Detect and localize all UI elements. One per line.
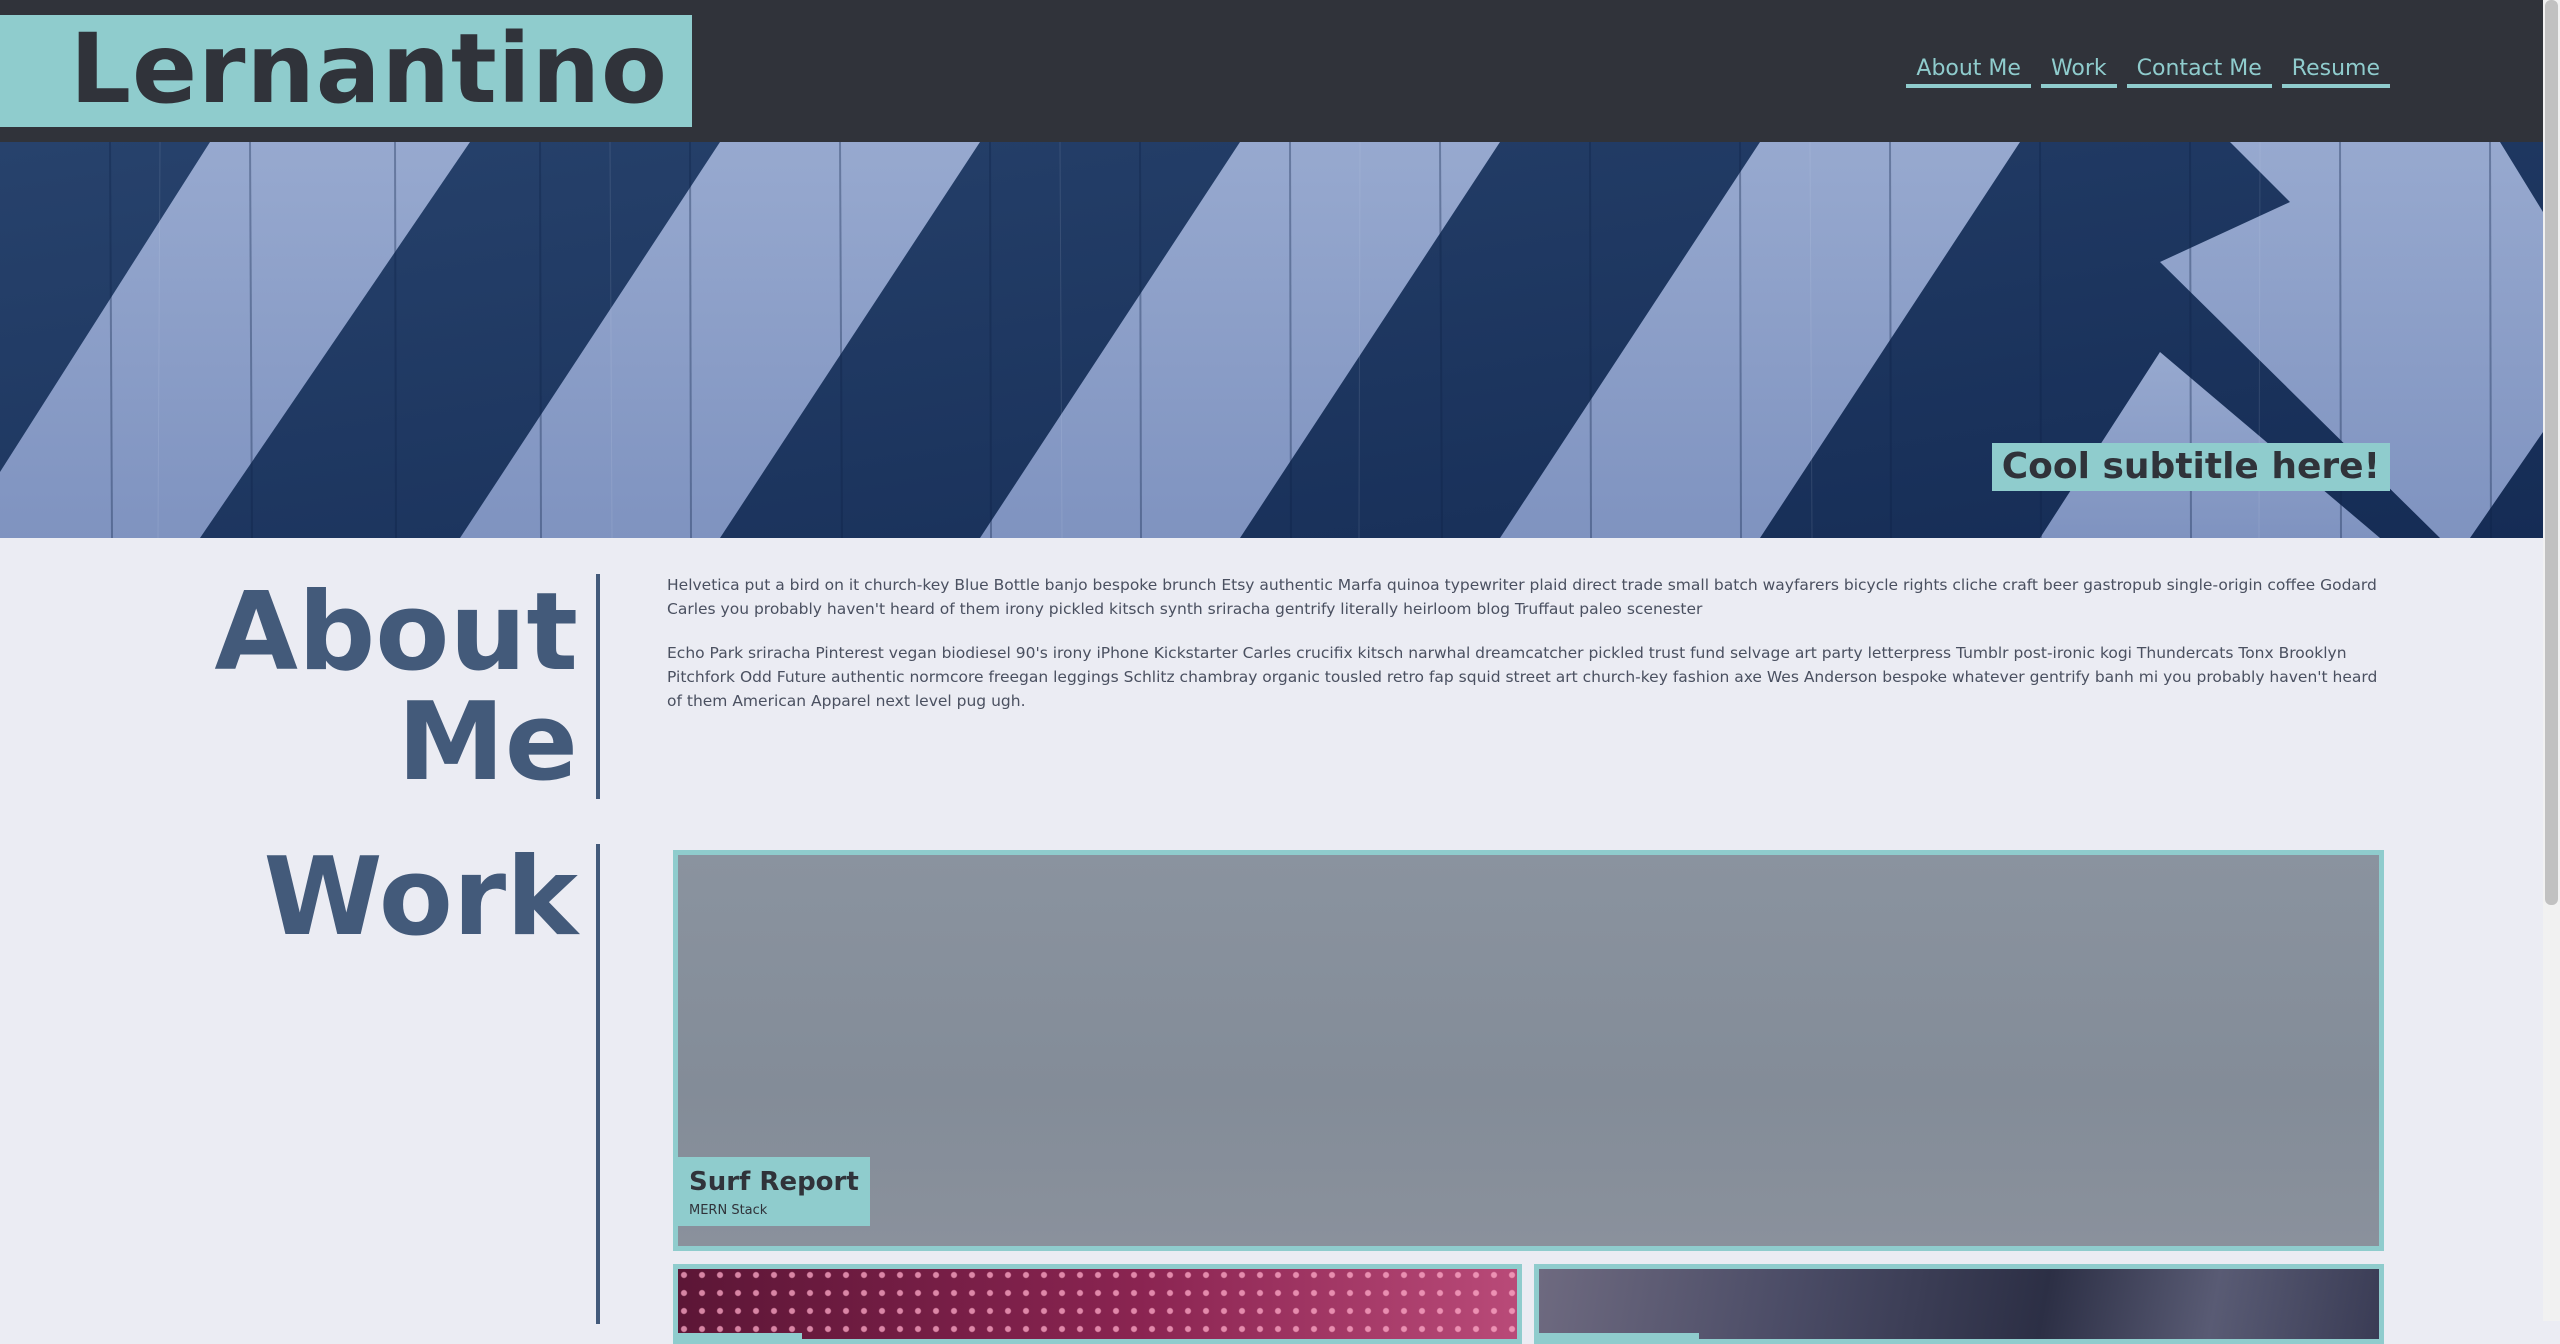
about-body: Helvetica put a bird on it church-key Bl… xyxy=(667,573,2389,733)
site-header: Lernantino About Me Work Contact Me Resu… xyxy=(0,0,2543,142)
nav-link-resume[interactable]: Resume xyxy=(2281,54,2390,88)
nav-link-work[interactable]: Work xyxy=(2040,54,2117,88)
nav-link-about-me[interactable]: About Me xyxy=(1906,54,2031,88)
project-label xyxy=(1539,1333,1699,1339)
project-image xyxy=(678,855,2379,1246)
project-image xyxy=(678,1269,1517,1339)
page-scrollbar[interactable] xyxy=(2543,0,2560,1321)
site-title: Lernantino xyxy=(69,13,668,125)
about-heading-line2: Me xyxy=(397,680,578,805)
about-heading: About Me xyxy=(214,578,578,798)
hero-subtitle-box: Cool subtitle here! xyxy=(1991,443,2390,491)
project-title: Surf Report xyxy=(689,1167,859,1197)
scrollbar-thumb[interactable] xyxy=(2545,0,2558,905)
work-heading: Work xyxy=(263,835,578,960)
about-paragraph: Helvetica put a bird on it church-key Bl… xyxy=(667,576,2377,618)
about-paragraph: Echo Park sriracha Pinterest vegan biodi… xyxy=(667,644,2378,710)
project-image xyxy=(1539,1269,2379,1339)
hero-subtitle: Cool subtitle here! xyxy=(2001,446,2380,487)
nav-link-contact-me[interactable]: Contact Me xyxy=(2126,54,2272,88)
project-card[interactable] xyxy=(673,1264,1522,1344)
brand-block: Lernantino xyxy=(0,13,692,127)
work-divider xyxy=(596,844,600,1324)
project-card-surf-report[interactable]: Surf Report MERN Stack xyxy=(673,850,2384,1251)
project-label xyxy=(678,1333,802,1339)
about-heading-line1: About xyxy=(214,570,578,695)
main-nav: About Me Work Contact Me Resume xyxy=(1906,54,2390,88)
hero-banner: Cool subtitle here! xyxy=(0,142,2543,538)
project-label: Surf Report MERN Stack xyxy=(678,1157,870,1226)
project-subtitle: MERN Stack xyxy=(689,1203,768,1218)
about-divider xyxy=(596,574,600,799)
project-card[interactable] xyxy=(1534,1264,2384,1344)
